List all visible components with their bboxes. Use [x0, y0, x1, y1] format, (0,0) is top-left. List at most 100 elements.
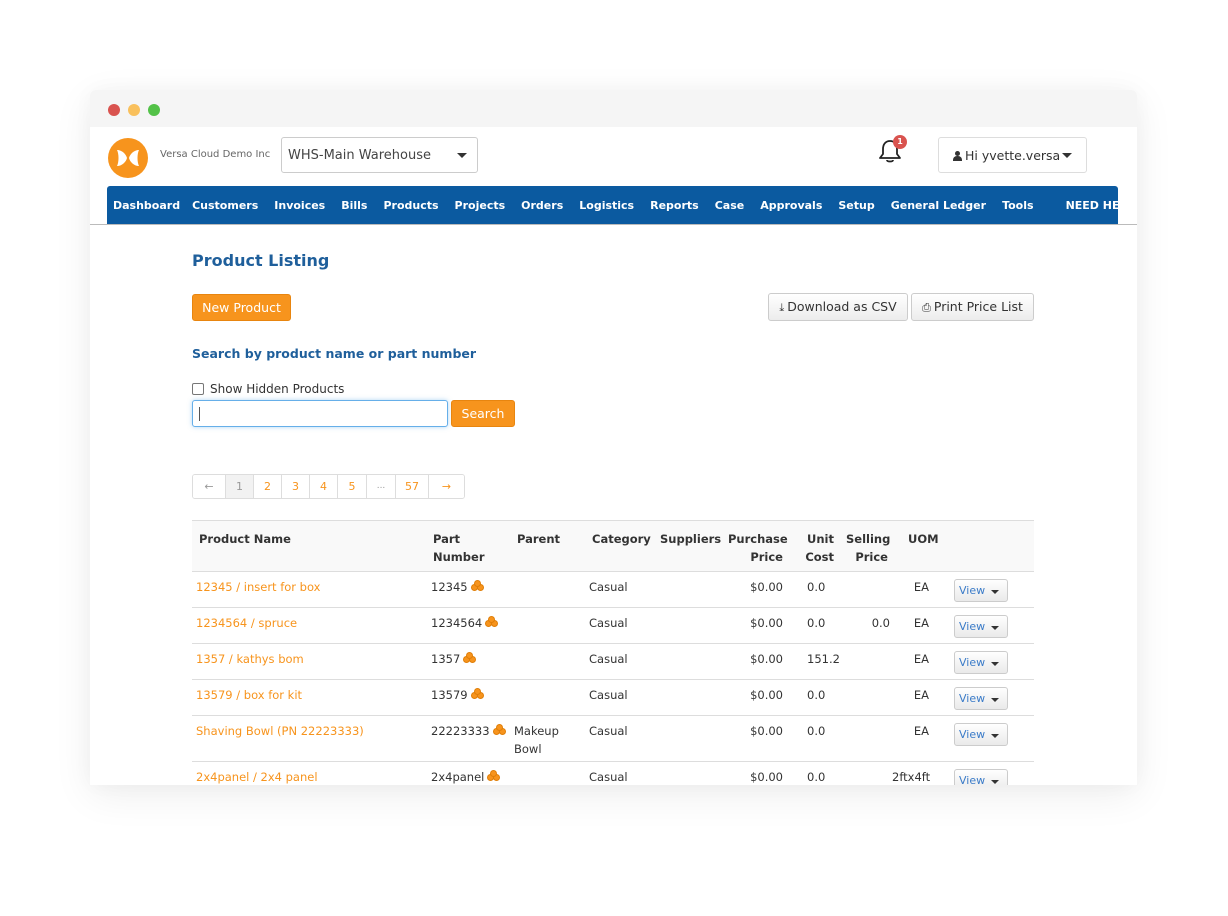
show-hidden-checkbox[interactable] [192, 383, 204, 395]
nav-products[interactable]: Products [377, 199, 448, 212]
close-window-button[interactable] [108, 104, 120, 116]
chevron-down-icon [991, 734, 999, 738]
purchase-price-value: $0.00 [750, 580, 783, 594]
pagination-page[interactable]: 4 [310, 475, 338, 498]
product-name-link[interactable]: Shaving Bowl (PN 22223333) [196, 722, 364, 740]
bom-icon[interactable] [485, 616, 499, 628]
bom-icon[interactable] [492, 724, 507, 736]
view-dropdown-button[interactable]: View [954, 723, 1008, 746]
table-row: 2x4panel / 2x4 panel 2x4panel Casual $0.… [192, 762, 1034, 785]
chevron-down-icon [991, 662, 999, 666]
unit-cost-value: 0.0 [807, 580, 826, 594]
view-dropdown-button[interactable]: View [954, 615, 1008, 638]
category-value: Casual [589, 652, 628, 666]
unit-cost-value: 151.2 [807, 652, 840, 666]
bom-icon[interactable] [470, 580, 485, 592]
versa-logo-icon[interactable] [108, 138, 148, 178]
product-name-link[interactable]: 2x4panel / 2x4 panel [196, 768, 318, 785]
pagination-page[interactable]: 5 [338, 475, 367, 498]
th-purchase-price[interactable]: Purchase Price [728, 530, 788, 566]
purchase-price-value: $0.00 [750, 652, 783, 666]
warehouse-select[interactable]: WHS-Main Warehouse [281, 137, 478, 173]
new-product-button[interactable]: New Product [192, 294, 291, 321]
product-name-link[interactable]: 12345 / insert for box [196, 578, 320, 596]
purchase-price-value: $0.00 [750, 616, 783, 630]
th-category[interactable]: Category [592, 530, 651, 548]
download-csv-button[interactable]: ⤓ Download as CSV [768, 293, 908, 321]
nav-need-help-label: NEED HELP [1065, 199, 1135, 212]
product-name-link[interactable]: 13579 / box for kit [196, 686, 302, 704]
user-menu-button[interactable]: Hi yvette.versa [938, 137, 1087, 173]
th-parent[interactable]: Parent [517, 530, 560, 548]
nav-general-ledger[interactable]: General Ledger [885, 199, 996, 212]
view-dropdown-button[interactable]: View [954, 579, 1008, 602]
view-label: View [959, 774, 986, 785]
nav-case[interactable]: Case [709, 199, 755, 212]
nav-tools[interactable]: Tools [996, 199, 1059, 212]
search-button[interactable]: Search [451, 400, 515, 427]
unit-cost-value: 0.0 [807, 616, 826, 630]
chevron-down-icon [991, 698, 999, 702]
pagination-next[interactable]: → [429, 475, 464, 498]
th-suppliers[interactable]: Suppliers [660, 530, 721, 548]
view-dropdown-button[interactable]: View [954, 769, 1008, 785]
nav-invoices[interactable]: Invoices [268, 199, 335, 212]
pagination-ellipsis: ... [367, 475, 396, 498]
maximize-window-button[interactable] [148, 104, 160, 116]
selling-price-value: 0.0 [871, 616, 890, 630]
pagination: ← 1 2 3 4 5 ... 57 → [192, 474, 465, 499]
pagination-page[interactable]: 2 [254, 475, 282, 498]
nav-orders[interactable]: Orders [515, 199, 573, 212]
top-bar: Versa Cloud Demo Inc WHS-Main Warehouse … [90, 127, 1137, 186]
search-input[interactable] [192, 400, 448, 427]
part-number-value: 2x4panel [431, 770, 485, 784]
table-header: Product Name Part Number Parent Category… [192, 521, 1034, 572]
uom-value: EA [913, 616, 929, 630]
view-dropdown-button[interactable]: View [954, 687, 1008, 710]
th-product-name[interactable]: Product Name [199, 530, 291, 548]
product-name-link[interactable]: 1234564 / spruce [196, 614, 297, 632]
minimize-window-button[interactable] [128, 104, 140, 116]
print-price-list-button[interactable]: ⎙ Print Price List [911, 293, 1034, 321]
unit-cost-value: 0.0 [807, 724, 826, 738]
part-number: 13579 [431, 686, 485, 704]
bom-icon[interactable] [470, 688, 485, 700]
bom-icon[interactable] [487, 770, 501, 782]
th-uom[interactable]: UOM [908, 530, 939, 548]
part-number: 2x4panel [431, 768, 501, 785]
part-number: 12345 [431, 578, 485, 596]
th-unit-cost[interactable]: Unit Cost [802, 530, 834, 566]
part-number: 1357 [431, 650, 477, 668]
view-label: View [959, 692, 986, 705]
nav-approvals[interactable]: Approvals [754, 199, 832, 212]
product-name-link[interactable]: 1357 / kathys bom [196, 650, 304, 668]
show-hidden-products-toggle[interactable]: Show Hidden Products [192, 382, 344, 396]
th-part-number[interactable]: Part Number [433, 530, 485, 566]
pagination-prev[interactable]: ← [193, 475, 226, 498]
category-value: Casual [589, 616, 628, 630]
part-number-value: 13579 [431, 688, 468, 702]
nav-dashboard[interactable]: Dashboard [107, 199, 186, 212]
pagination-page[interactable]: 1 [226, 475, 254, 498]
nav-reports[interactable]: Reports [644, 199, 709, 212]
nav-need-help[interactable]: NEED HELP ? [1060, 199, 1137, 212]
part-number: 22223333 [431, 722, 507, 740]
nav-projects[interactable]: Projects [449, 199, 516, 212]
uom-value: EA [913, 580, 929, 594]
part-number: 1234564 [431, 614, 499, 632]
th-selling-price[interactable]: Selling Price [846, 530, 890, 566]
nav-customers[interactable]: Customers [186, 199, 268, 212]
view-dropdown-button[interactable]: View [954, 651, 1008, 674]
part-number-value: 1357 [431, 652, 461, 666]
bom-icon[interactable] [463, 652, 477, 664]
notification-badge: 1 [893, 135, 907, 149]
pagination-page[interactable]: 3 [282, 475, 310, 498]
nav-setup[interactable]: Setup [832, 199, 884, 212]
nav-logistics[interactable]: Logistics [573, 199, 644, 212]
table-row: Shaving Bowl (PN 22223333) 22223333 Make… [192, 716, 1034, 762]
download-csv-label: Download as CSV [787, 299, 897, 314]
pagination-page[interactable]: 57 [396, 475, 429, 498]
nav-bills[interactable]: Bills [335, 199, 377, 212]
user-greeting: Hi yvette.versa [965, 148, 1061, 163]
unit-cost-value: 0.0 [807, 688, 826, 702]
